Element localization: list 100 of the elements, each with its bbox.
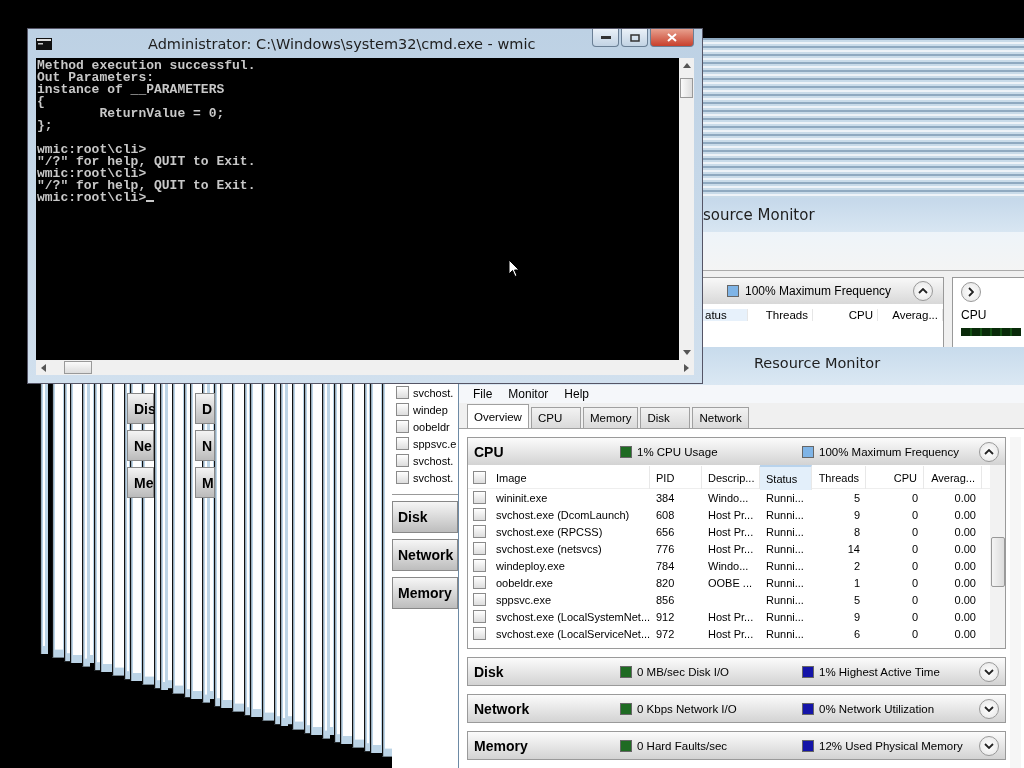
table-cell-text: 656 (655, 525, 676, 538)
expand-button[interactable] (979, 735, 999, 756)
column-header[interactable]: Averag... (924, 466, 982, 489)
expand-button[interactable] (979, 698, 999, 719)
section-header[interactable]: Me (127, 467, 154, 498)
section-header[interactable]: Disk (392, 501, 458, 533)
scrollbar[interactable] (36, 360, 694, 375)
section-header[interactable]: Memory (392, 577, 458, 609)
checkbox[interactable] (473, 559, 486, 572)
expand-button[interactable] (979, 661, 999, 682)
close-button[interactable] (650, 29, 694, 47)
table-cell-text: 14 (846, 542, 861, 555)
checkbox[interactable] (396, 471, 409, 484)
checkbox[interactable] (473, 593, 486, 606)
checkbox[interactable] (473, 491, 486, 504)
table-cell-text: Windo... (707, 559, 750, 572)
column-header[interactable]: atus (703, 309, 748, 321)
scroll-thumb[interactable] (680, 78, 693, 98)
checkbox[interactable] (473, 627, 486, 640)
stat-label: 0 MB/sec Disk I/O (637, 665, 730, 678)
tab[interactable]: Network (692, 407, 749, 428)
table-cell-text: 912 (655, 610, 676, 623)
caret-icon (968, 287, 974, 297)
scroll-thumb[interactable] (64, 361, 92, 374)
menu-item[interactable]: Help (564, 387, 590, 401)
restore-icon (629, 33, 640, 42)
section-title: CPU (474, 443, 505, 460)
checkbox[interactable] (473, 610, 486, 623)
menu-item[interactable]: Monitor (508, 387, 549, 401)
console-icon (36, 37, 52, 50)
table-cell-text: 0 (910, 576, 919, 589)
section-header[interactable]: Network 0 Kbps Network I/O 0% Network Utilization (468, 695, 1005, 722)
section-header[interactable]: Ne (127, 430, 154, 461)
column-header[interactable]: Threads (812, 466, 866, 489)
checkbox[interactable] (396, 454, 409, 467)
section-header[interactable]: CPU 1% CPU Usage 100% Maximum Frequency (468, 438, 1005, 465)
section-header[interactable]: N (195, 430, 215, 461)
table-cell-text: Runni... (765, 542, 805, 555)
table-cell-text: Runni... (765, 610, 805, 623)
column-header[interactable]: Averag... (878, 309, 943, 321)
section-header[interactable]: D (195, 393, 215, 424)
scrollbar[interactable] (990, 465, 1005, 648)
process-name: windep (413, 403, 448, 416)
column-header[interactable]: Image (490, 466, 650, 489)
stat-label: 100% Maximum Frequency (819, 445, 959, 458)
checkbox[interactable] (473, 542, 486, 555)
section-header[interactable]: Disk 0 MB/sec Disk I/O 1% Highest Active Time (468, 658, 1005, 685)
table-cell-text: 0 (910, 525, 919, 538)
checkbox[interactable] (473, 525, 486, 538)
table-cell-text: 0.00 (953, 593, 977, 606)
section-header[interactable]: Network (392, 539, 458, 571)
table-cell-text: 0 (910, 508, 919, 521)
scrollbar[interactable] (679, 58, 694, 360)
console-line: instance of __PARAMETERS (37, 82, 225, 97)
collapse-button[interactable] (979, 441, 999, 462)
column-header[interactable]: Status (760, 465, 812, 490)
checkbox[interactable] (396, 403, 409, 416)
collapse-button[interactable] (913, 281, 933, 301)
table-cell-text: 0 (910, 593, 919, 606)
section-header[interactable]: M (195, 467, 215, 498)
section-header[interactable]: Memory 0 Hard Faults/sec 12% Used Physical Memory (468, 732, 1005, 759)
expand-button[interactable] (961, 282, 981, 302)
section-title: Memory (474, 737, 529, 754)
table-cell-text: Runni... (765, 593, 805, 606)
column-header[interactable]: Threads (748, 309, 813, 321)
table-cell-text: 8 (852, 525, 861, 538)
tab[interactable]: Overview (467, 404, 529, 428)
down-arrow-icon (682, 350, 691, 355)
table-cell-text: windeploy.exe (495, 559, 566, 572)
table-cell-text: 784 (655, 559, 676, 572)
checkbox[interactable] (396, 437, 409, 450)
table-cell-text: 820 (655, 576, 676, 589)
window-title: Resource Monitor (753, 355, 881, 371)
tab[interactable]: Memory (582, 407, 639, 428)
table-cell-text: Runni... (765, 559, 805, 572)
checkbox[interactable] (473, 471, 486, 484)
table-cell-text: 5 (852, 491, 861, 504)
table-cell-text: 0.00 (953, 491, 977, 504)
process-name: oobeldr (413, 420, 450, 433)
stat-label: 100% Maximum Frequency (745, 284, 892, 298)
menu-item[interactable]: File (473, 387, 493, 401)
column-header[interactable]: PID (650, 466, 702, 489)
caret-icon (918, 288, 928, 294)
column-header[interactable]: CPU (866, 466, 924, 489)
table-cell-text: Host Pr... (707, 627, 755, 640)
table-cell-text: 1 (852, 576, 861, 589)
section-title: Disk (474, 663, 505, 680)
tab[interactable]: CPU (530, 407, 581, 428)
checkbox[interactable] (396, 386, 409, 399)
tab[interactable]: Disk (640, 407, 691, 428)
stat-label: 0% Network Utilization (819, 702, 935, 715)
checkbox[interactable] (473, 576, 486, 589)
maximize-button[interactable] (621, 29, 648, 47)
right-arrow-icon (684, 363, 689, 372)
minimize-button[interactable] (592, 29, 619, 47)
window-title: source Monitor (703, 206, 815, 224)
column-header[interactable]: CPU (813, 309, 878, 321)
table-cell-text: 0.00 (953, 525, 977, 538)
checkbox[interactable] (473, 508, 486, 521)
checkbox[interactable] (396, 420, 409, 433)
